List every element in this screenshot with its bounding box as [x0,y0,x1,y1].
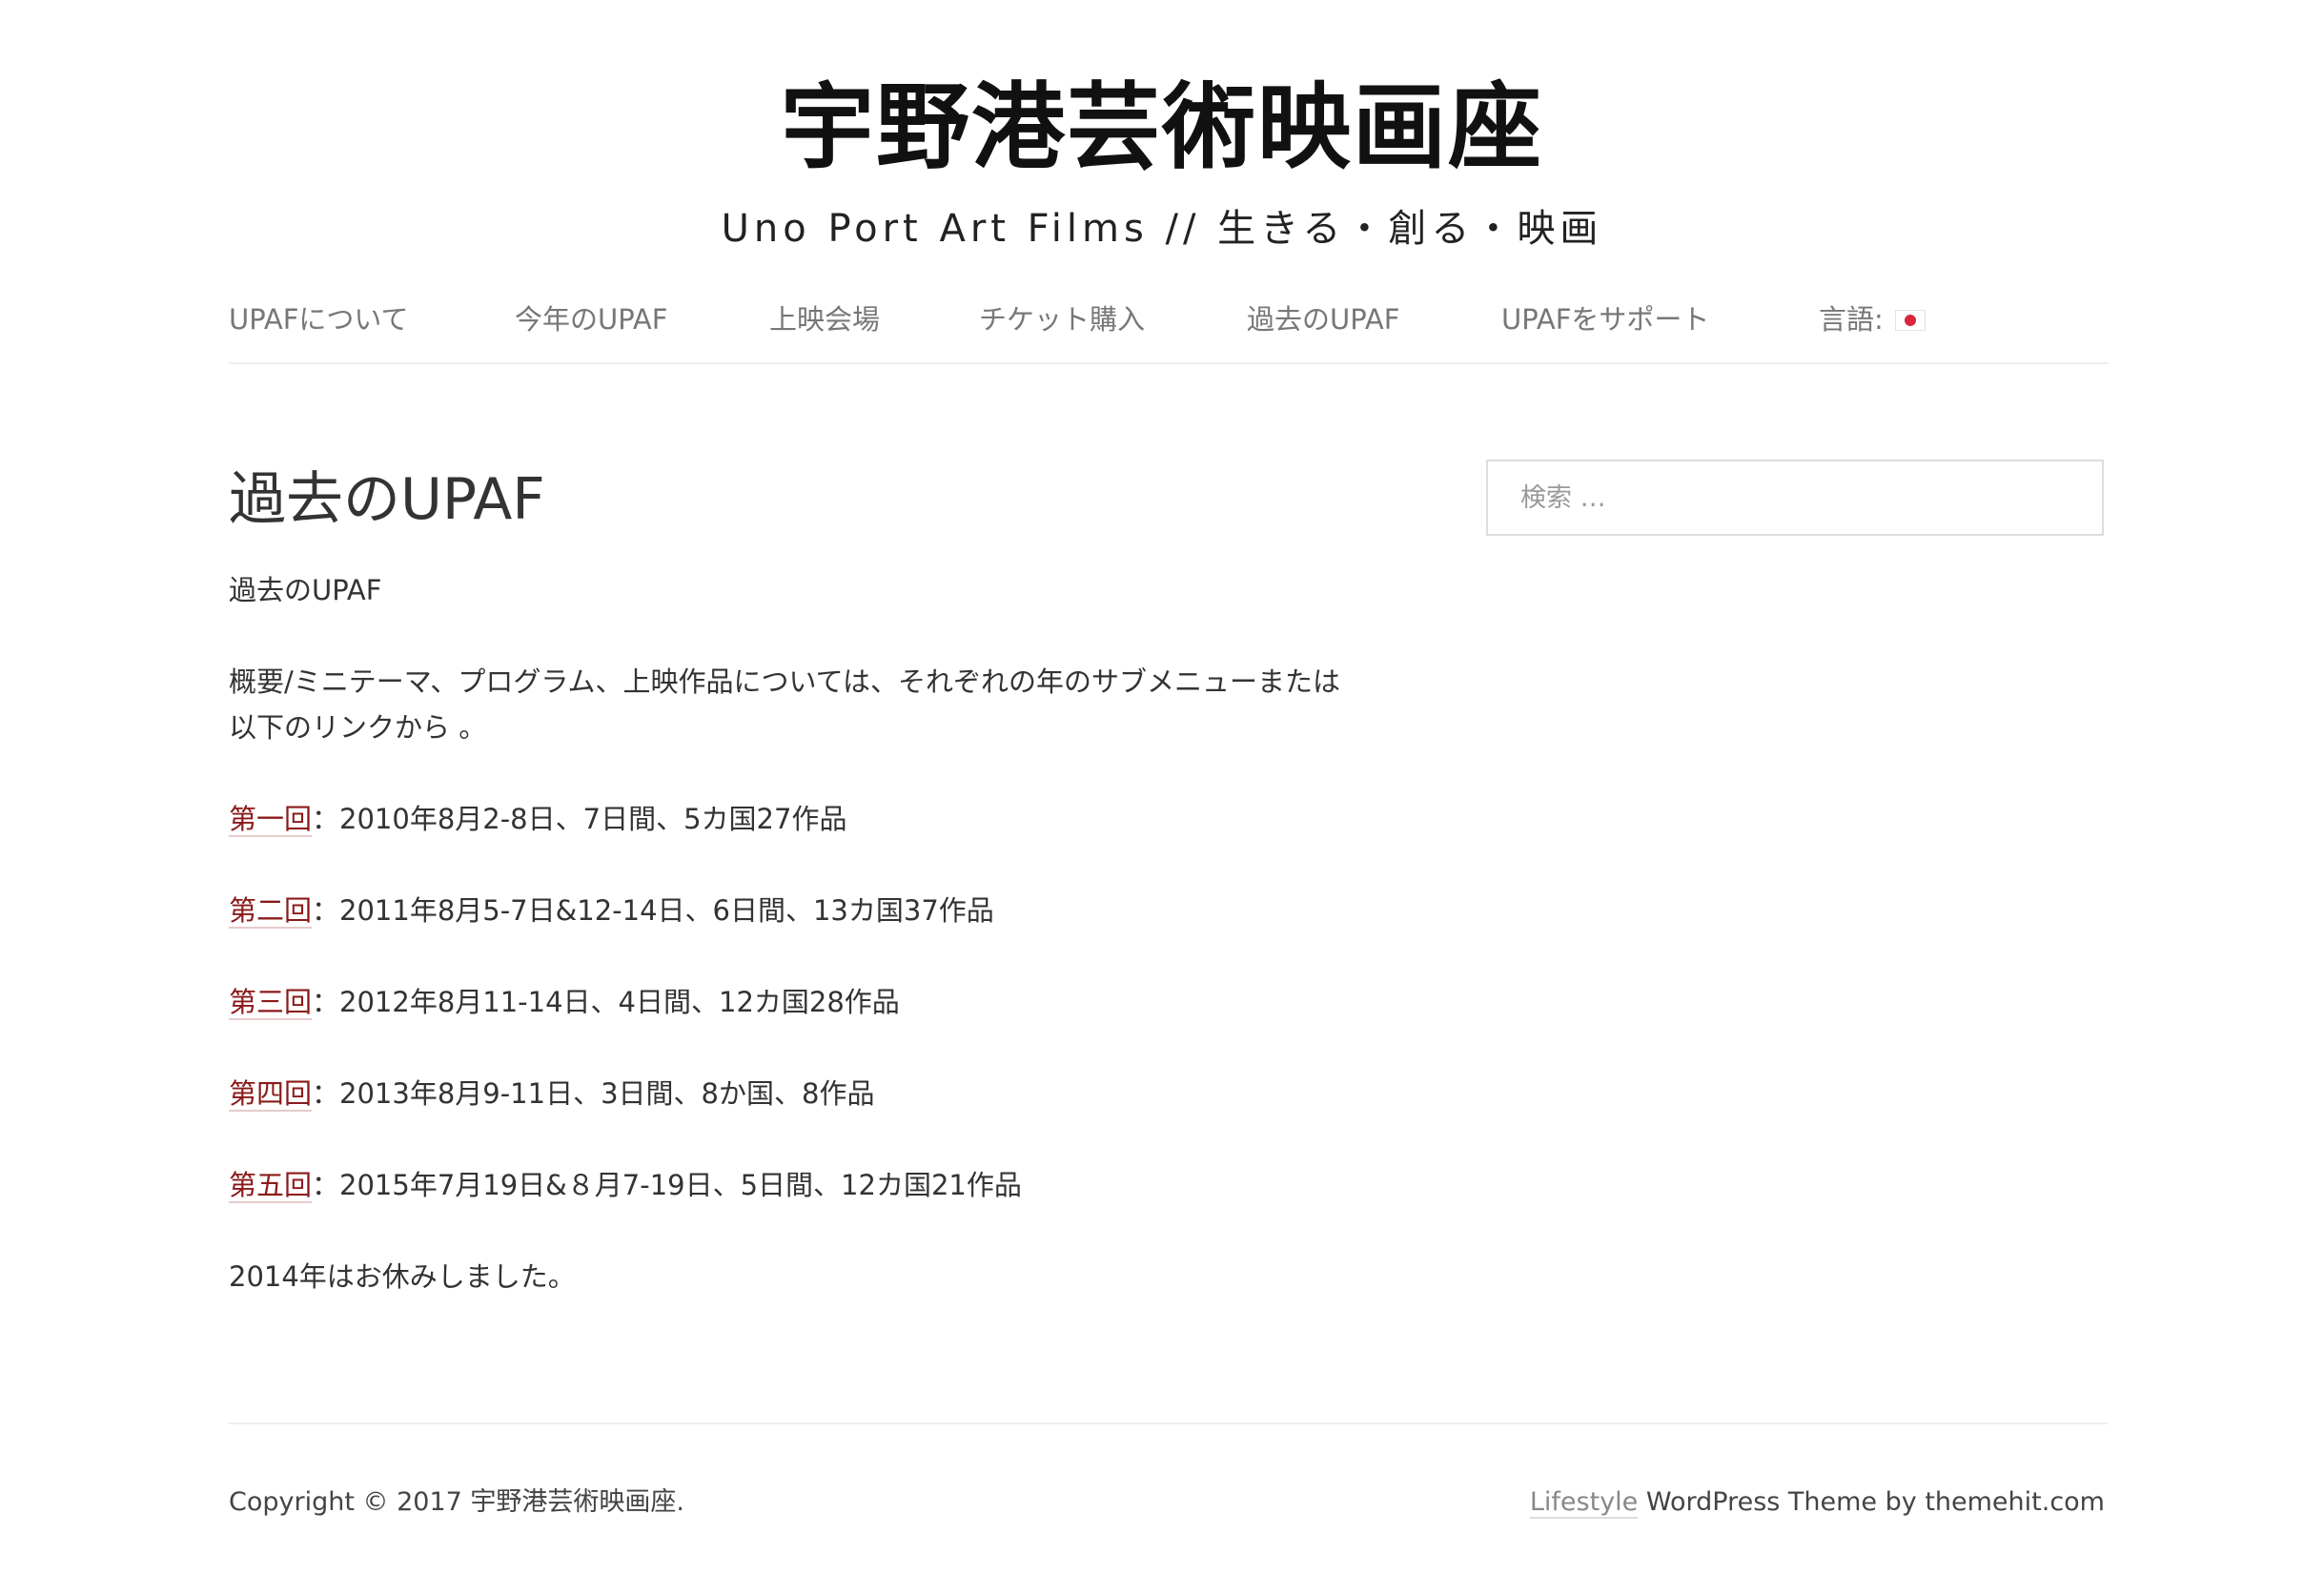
intro-text: 過去のUPAF [229,574,382,606]
festival-entry: 第三回：2012年8月11-14日、4日間、12カ国28作品 [229,979,900,1025]
japan-flag-icon[interactable] [1894,310,1926,331]
festival-details: ：2015年7月19日&８月7-19日、5日間、12カ国21作品 [312,1169,1022,1201]
festival-details: ：2012年8月11-14日、4日間、12カ国28作品 [312,986,900,1018]
nav-item-language[interactable]: 言語: [1819,297,1926,341]
festival-link-5th[interactable]: 第五回 [229,1169,313,1203]
note-text: 2014年はお休みしました。 [229,1260,576,1293]
main-navigation: UPAFについて 今年のUPAF 上映会場 チケット購入 過去のUPAF UPA… [229,292,2109,364]
festival-link-3rd[interactable]: 第三回 [229,986,313,1020]
nav-item-support-upaf[interactable]: UPAFをサポート [1501,297,1709,341]
festival-link-4th[interactable]: 第四回 [229,1077,313,1112]
description-line-1: 概要/ミニテーマ、プログラム、上映作品については、それぞれの年のサブメニューまた… [229,665,1341,698]
nav-item-this-year-upaf[interactable]: 今年のUPAF [515,297,667,341]
footer-credit: Lifestyle WordPress Theme by themehit.co… [1529,1483,2105,1522]
footer-copyright: Copyright © 2017 宇野港芸術映画座. [229,1487,684,1517]
festival-link-1st[interactable]: 第一回 [229,803,313,837]
nav-item-about-upaf[interactable]: UPAFについて [229,297,409,341]
festival-entry: 第二回：2011年8月5-7日&12-14日、6日間、13カ国37作品 [229,888,994,933]
nav-item-past-upaf[interactable]: 過去のUPAF [1247,297,1399,341]
search-input[interactable] [1486,460,2104,536]
language-label: 言語: [1819,303,1884,336]
festival-link-2nd[interactable]: 第二回 [229,894,313,929]
festival-entry: 第一回：2010年8月2-8日、7日間、5カ国27作品 [229,796,846,842]
site-title[interactable]: 宇野港芸術映画座 [0,71,2324,185]
festival-details: ：2010年8月2-8日、7日間、5カ国27作品 [312,803,847,835]
nav-item-venues[interactable]: 上映会場 [769,297,880,341]
theme-link[interactable]: Lifestyle [1529,1487,1639,1519]
festival-entry: 第四回：2013年8月9-11日、3日間、8か国、8作品 [229,1071,874,1116]
page-title: 過去のUPAF [229,466,545,533]
festival-details: ：2013年8月9-11日、3日間、8か国、8作品 [312,1077,875,1110]
nav-item-tickets[interactable]: チケット購入 [979,297,1145,341]
footer-divider [229,1422,2109,1424]
description-line-2: 以下のリンクから 。 [229,711,487,744]
festival-details: ：2011年8月5-7日&12-14日、6日間、13カ国37作品 [312,894,994,927]
theme-credit-text: WordPress Theme by themehit.com [1638,1487,2105,1517]
festival-entry: 第五回：2015年7月19日&８月7-19日、5日間、12カ国21作品 [229,1162,1022,1208]
site-tagline: Uno Port Art Films // 生きる・創る・映画 [721,207,1603,251]
